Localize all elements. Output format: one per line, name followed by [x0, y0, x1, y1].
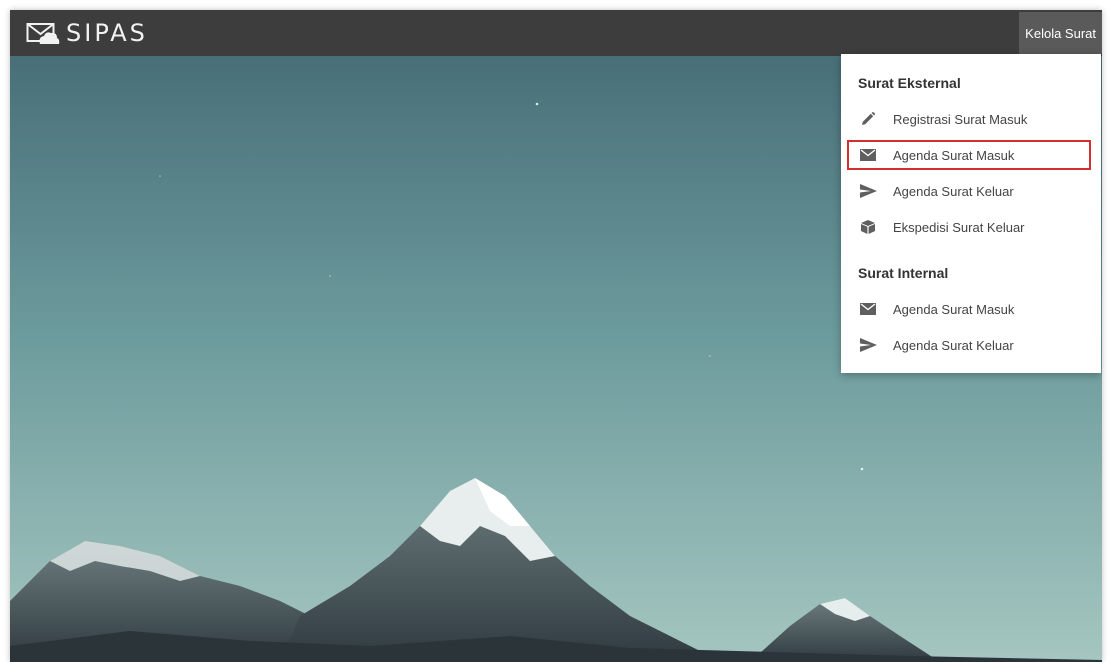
pencil-icon: [859, 110, 877, 128]
envelope-cloud-icon: [26, 21, 60, 45]
menu-item-label: Ekspedisi Surat Keluar: [893, 219, 1025, 235]
box-icon: [859, 218, 877, 236]
send-icon: [859, 336, 877, 354]
app-title: SIPAS: [66, 19, 148, 47]
envelope-icon: [859, 300, 877, 318]
section-title-surat-internal: Surat Internal: [858, 265, 949, 281]
kelola-surat-button[interactable]: Kelola Surat: [1019, 12, 1102, 54]
send-icon: [859, 182, 877, 200]
top-navbar: SIPAS Kelola Surat: [10, 10, 1102, 56]
envelope-icon: [859, 146, 877, 164]
app-window: SIPAS Kelola Surat Surat Eksternal Regis…: [10, 10, 1102, 662]
menu-item-label: Agenda Surat Keluar: [893, 337, 1014, 353]
section-title-surat-eksternal: Surat Eksternal: [858, 75, 961, 91]
menu-item-agenda-surat-keluar-internal[interactable]: Agenda Surat Keluar: [847, 330, 1091, 360]
menu-item-agenda-surat-masuk-eksternal[interactable]: Agenda Surat Masuk: [847, 140, 1091, 170]
app-logo[interactable]: SIPAS: [26, 19, 148, 47]
menu-item-agenda-surat-masuk-internal[interactable]: Agenda Surat Masuk: [847, 294, 1091, 324]
kelola-surat-dropdown: Surat Eksternal Registrasi Surat Masuk A…: [841, 54, 1101, 373]
menu-item-registrasi-surat-masuk[interactable]: Registrasi Surat Masuk: [847, 104, 1091, 134]
menu-item-label: Agenda Surat Masuk: [893, 147, 1015, 163]
menu-item-label: Agenda Surat Masuk: [893, 301, 1015, 317]
menu-item-agenda-surat-keluar-eksternal[interactable]: Agenda Surat Keluar: [847, 176, 1091, 206]
menu-item-ekspedisi-surat-keluar[interactable]: Ekspedisi Surat Keluar: [847, 212, 1091, 242]
menu-item-label: Registrasi Surat Masuk: [893, 111, 1028, 127]
menu-item-label: Agenda Surat Keluar: [893, 183, 1014, 199]
